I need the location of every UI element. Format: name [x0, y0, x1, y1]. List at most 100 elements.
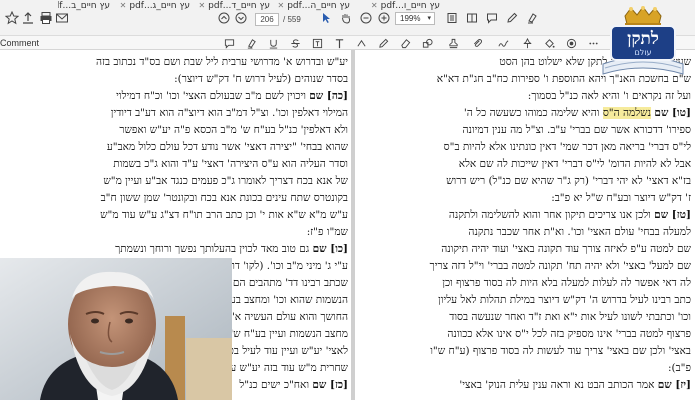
- section-heading: [יז] שם: [657, 379, 691, 391]
- document-tab[interactable]: עץ חיים_ג...pdf✕: [118, 0, 194, 12]
- line-text: אמר הכותב הבט נא וראה ענין עלית הנוק' בא…: [459, 379, 655, 391]
- zoom-select[interactable]: 199%: [395, 12, 435, 25]
- line-text: פ"ב):: [667, 362, 691, 374]
- line-text: למעלה בבחי' עולם האצי' וכו'. וא"ת אחר שכ…: [468, 226, 691, 238]
- text-line: ולא דאלפין' כנ"ל בע"ח ש' מ"ב הכסא פ"ה יע…: [58, 122, 348, 139]
- line-text: ז' דק"ש דיוצר ובע"ח ש"ל יא פ"ב:: [551, 192, 691, 204]
- page-number-input[interactable]: 206: [255, 12, 279, 26]
- text-line: לה דאי אפשר לה לעלות למעלה בלא היות לה ב…: [358, 275, 691, 292]
- highlighter-icon[interactable]: [524, 10, 540, 26]
- line-text: המילוי דאלפין וכו'. וצ"ל דמ"ב הוא דיוצ"ה…: [110, 107, 348, 119]
- fill-icon[interactable]: [542, 36, 556, 50]
- insert-text-icon[interactable]: [354, 36, 368, 50]
- line-text: שם למעל' באצי' ולא יהיה תח' תקונה למטה ב…: [429, 260, 691, 272]
- zoom-in-icon[interactable]: [376, 10, 392, 26]
- close-icon[interactable]: ✕: [278, 1, 284, 10]
- highlighted-text[interactable]: נשלמה ה"ס: [602, 107, 652, 119]
- line-text: שמ"ו פ"ז:: [306, 226, 348, 238]
- draw-icon[interactable]: [376, 36, 390, 50]
- webcam-video[interactable]: [0, 258, 232, 400]
- text-line: ועל זה נקראים ו' והיא לאה כנ"ל בסמוך:: [358, 88, 691, 105]
- text-line: של אנא בכח דצריך לאומרו ג"כ פעמים כנגד א…: [58, 173, 348, 190]
- line-text: באצי' ולכן שם באצי' צריך עוד לעשות לה בס…: [430, 345, 691, 357]
- attach-icon[interactable]: [470, 36, 484, 50]
- section-heading: [כו] שם: [312, 243, 348, 255]
- section-heading: [טז] שם: [654, 209, 691, 221]
- email-icon[interactable]: [54, 10, 70, 26]
- color-icon[interactable]: [564, 36, 578, 50]
- text-line: שם למעל' באצי' ולא יהיה תח' תקונה למטה ב…: [358, 258, 691, 275]
- line-text: גם טוב מאד לכוין בהעלותך נפשך ורוחך ונשמ…: [115, 243, 310, 255]
- text-line: פרצוף למטה בברי' אינו מספיק בזה לכל י"ס …: [358, 326, 691, 343]
- line-text: ולכן אנו צריכים תיקון אחר והוא להשלימה ו…: [448, 209, 651, 221]
- text-column-right: שעשתה היא בריתה לתקן שלא ישלוט בהן הסט ש"…: [358, 54, 691, 394]
- line-text: ע"ש מ"א ש"א אות י' וכן כתב הרב תו"ח דצ"ג…: [100, 209, 348, 221]
- star-icon[interactable]: [4, 10, 20, 26]
- stamp-icon[interactable]: [446, 36, 460, 50]
- line-text: בסדר שנוהים (לעיל דרוש ח' דק"ש דיוצר):: [174, 73, 348, 85]
- text-line: יע"ש ובדרוש א' מדרושי ערבית ליל שבת ושם …: [58, 54, 348, 71]
- line-text: פרצוף למטה בברי' אינו מספיק בזה לכל י"ס …: [447, 328, 691, 340]
- cursor-icon[interactable]: [318, 10, 334, 26]
- line-text: ואח"כ ישים כנ"ל: [239, 379, 310, 391]
- pen-icon[interactable]: [504, 10, 520, 26]
- text-line: בז"א דאצי' לא יהי דברי' (רק ג"ר שהיא שם …: [358, 173, 691, 190]
- comment-panel-label: Comment: [0, 38, 40, 48]
- line-text: וכו' וכתבתי לשונו לעיל אות י"א ואת ז"ד ו…: [449, 311, 691, 323]
- eraser-icon[interactable]: [398, 36, 412, 50]
- text-line: וכו' וכתבתי לשונו לעיל אות י"א ואת ז"ד ו…: [358, 309, 691, 326]
- page-navigator: 206 / 559: [255, 12, 301, 26]
- column-divider: [351, 50, 355, 400]
- down-icon[interactable]: [233, 10, 249, 26]
- sign-icon[interactable]: [496, 36, 510, 50]
- document-tab[interactable]: עץ חיים_ב...pdf✕: [58, 0, 114, 12]
- section-heading: [כז] שם: [312, 379, 348, 391]
- text-line: [טו] שם נשלמה ה"ס והיא שלימה כמוהו כשעשה…: [358, 105, 691, 122]
- up-icon[interactable]: [216, 10, 232, 26]
- fit-page-icon[interactable]: [444, 10, 460, 26]
- text-line: שהוא בבחי' "יצירה דאצי' אשר נודע דכל עול…: [58, 139, 348, 156]
- line-text: ולא דאלפין' כנ"ל בע"ח ש' מ"ב הכסא פ"ה יע…: [119, 124, 348, 136]
- pin-icon[interactable]: [520, 36, 534, 50]
- tab-label: עץ חיים_ב...pdf: [58, 1, 110, 11]
- text-line: ע"ש מ"א ש"א אות י' וכן כתב הרב תו"ח דצ"ג…: [58, 207, 348, 224]
- text-line: שם למטה ע"פ לאיזה צורך עוד תקונה באצי' ו…: [358, 241, 691, 258]
- text-box-icon[interactable]: [310, 36, 324, 50]
- line-text: שהוא בבחי' "יצירה דאצי' אשר נודע דכל עול…: [106, 141, 348, 153]
- section-heading: [כה] שם: [309, 90, 348, 102]
- line-text: שם למטה ע"פ לאיזה צורך עוד תקונה באצי' ו…: [441, 243, 691, 255]
- text-line: פ"ב):: [358, 360, 691, 377]
- comment-icon[interactable]: [222, 36, 236, 50]
- close-icon[interactable]: ✕: [120, 1, 127, 10]
- line-text: אבל לא להיות הדומ' לי"ס דברי' דאין שייכו…: [458, 158, 691, 170]
- print-icon[interactable]: [38, 10, 54, 26]
- close-icon[interactable]: ✕: [198, 1, 205, 10]
- text-line: אבל לא להיות הדומ' לי"ס דברי' דאין שייכו…: [358, 156, 691, 173]
- close-icon[interactable]: ✕: [371, 1, 378, 10]
- shape-icon[interactable]: [420, 36, 434, 50]
- text-line: כתב רבינו לעיל בדרוש ה' דק"ש דיוצר במילת…: [358, 292, 691, 309]
- line-text: לה דאי אפשר לה לעלות למעלה בלא היות לה ב…: [442, 277, 691, 289]
- toolbar: עץ חיים_ב...pdf✕ עץ חיים_ג...pdf✕ עץ חיי…: [0, 0, 695, 36]
- annotation-toolbar: Comment: [0, 36, 695, 50]
- scroll-mode-icon[interactable]: [464, 10, 480, 26]
- text-line: וסדר העליה הוא ע"ס היצירה' דאצי' ע"ד והו…: [58, 156, 348, 173]
- text-line: [טז] שם ולכן אנו צריכים תיקון אחר והוא ל…: [358, 207, 691, 224]
- highlight-icon[interactable]: [244, 36, 258, 50]
- line-text: יע"ש ובדרוש א' מדרושי ערבית ליל שבת ושם …: [95, 56, 348, 68]
- hand-icon[interactable]: [338, 10, 354, 26]
- underline-icon[interactable]: [266, 36, 280, 50]
- line-text: וסדר העליה הוא ע"ס היצירה' דאצי' ע"ד והו…: [113, 158, 348, 170]
- text-icon[interactable]: [332, 36, 346, 50]
- comment-icon[interactable]: [484, 10, 500, 26]
- tab-label: עץ חיים_ג...pdf: [129, 1, 190, 11]
- text-line: המילוי דאלפין וכו'. וצ"ל דמ"ב הוא דיוצ"ה…: [58, 105, 348, 122]
- text-line: [יז] שם אמר הכותב הבט נא וראה ענין עלית …: [358, 377, 691, 394]
- text-line: לי"ס דברי' בריאה מאן דכר שמי' דאין כונתי…: [358, 139, 691, 156]
- line-text: בקונטרס שתח עינים בכונת אנא בכח ובקונטר'…: [100, 192, 348, 204]
- upload-icon[interactable]: [20, 10, 36, 26]
- line-text: ספירו' דדכורא אשר שם בברי' ע"ב. וצ"ל מה …: [462, 124, 692, 136]
- zoom-out-icon[interactable]: [358, 10, 374, 26]
- text-line: בסדר שנוהים (לעיל דרוש ח' דק"ש דיוצר):: [58, 71, 348, 88]
- strikethrough-icon[interactable]: [288, 36, 302, 50]
